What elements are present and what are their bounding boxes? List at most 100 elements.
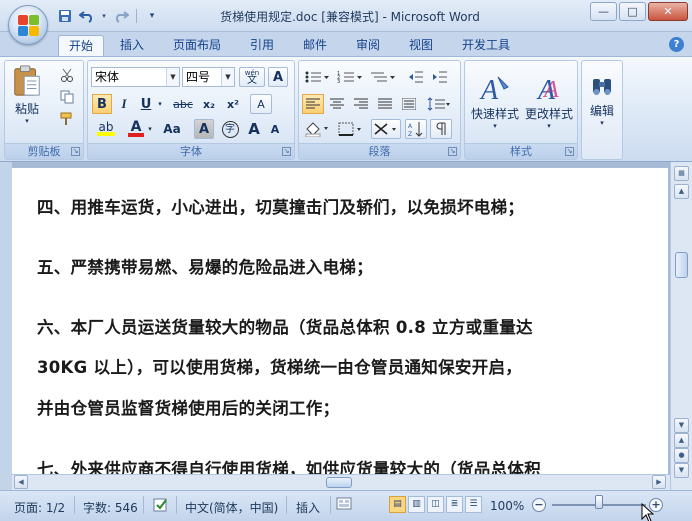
scroll-right-icon[interactable]: ▶ [652,475,666,489]
customize-icon[interactable]: ▾ [143,7,161,25]
font-name-combo[interactable]: 宋体 ▼ [91,67,180,87]
format-painter-icon[interactable] [57,109,77,129]
tab-insert[interactable]: 插入 [110,35,154,56]
phonetic-guide-button[interactable]: wén 文 [239,67,265,87]
superscript-button[interactable]: x² [222,94,244,114]
copy-icon[interactable] [57,87,77,107]
undo-icon[interactable] [78,7,96,25]
styles-launcher-icon[interactable]: ↘ [565,147,574,156]
justify-icon[interactable] [374,94,396,114]
close-button[interactable]: ✕ [648,2,688,21]
numbering-button[interactable]: 123 [335,67,365,87]
increase-indent-icon[interactable] [429,67,451,87]
enclose-characters-button[interactable]: 字 [219,119,241,139]
bold-button[interactable]: B [92,94,112,114]
full-screen-reading-view-icon[interactable]: ▥ [408,496,425,513]
tab-mailings[interactable]: 邮件 [293,35,337,56]
highlight-color-swatch [97,132,115,136]
distributed-icon[interactable] [398,94,420,114]
language-indicator[interactable]: 中文(简体，中国) [185,499,278,516]
tab-page-layout[interactable]: 页面布局 [163,35,231,56]
horizontal-scrollbar[interactable]: ◀ ▶ [12,474,670,490]
paste-button[interactable]: 粘贴 ▾ [9,65,45,125]
clear-formatting-button[interactable]: A [250,94,272,114]
zoom-level[interactable]: 100% [490,499,524,513]
sort-icon[interactable]: AZ [405,119,427,139]
macro-recording-icon[interactable] [336,496,352,515]
vertical-scrollbar[interactable]: ▦ ▲ ▼ ▲ ● ▼ [670,162,692,490]
paragraph-6-weight: 30KG [37,358,88,377]
horizontal-scroll-thumb[interactable] [326,477,352,488]
font-color-dropdown-icon[interactable]: ▾ [146,119,154,139]
scroll-left-icon[interactable]: ◀ [14,475,28,489]
change-case-button[interactable]: Aa [158,119,186,139]
chinese-layout-icon[interactable] [371,119,401,139]
web-layout-view-icon[interactable]: ◫ [427,496,444,513]
tab-view[interactable]: 视图 [399,35,443,56]
proofing-icon[interactable] [152,496,170,517]
tab-home[interactable]: 开始 [58,35,105,56]
undo-dropdown-icon[interactable]: ▾ [100,7,108,25]
draft-view-icon[interactable]: ☰ [465,496,482,513]
vertical-scroll-thumb[interactable] [675,252,688,278]
redo-icon[interactable] [112,7,130,25]
multilevel-list-button[interactable] [368,67,398,87]
shading-icon[interactable] [302,119,332,139]
quick-styles-button[interactable]: A 快速样式 ▾ [469,65,521,137]
font-size-value: 四号 [186,70,211,84]
select-browse-object-icon[interactable]: ● [674,448,689,463]
decrease-indent-icon[interactable] [405,67,427,87]
zoom-out-icon[interactable]: − [532,498,546,512]
print-layout-view-icon[interactable]: ▤ [389,496,406,513]
line-spacing-icon[interactable] [424,94,454,114]
strikethrough-button[interactable]: abc [170,94,196,114]
subscript-button[interactable]: x₂ [198,94,220,114]
save-icon[interactable] [56,7,74,25]
character-border-button[interactable]: A [268,67,288,87]
show-marks-icon[interactable] [430,119,452,139]
bullets-button[interactable] [302,67,332,87]
borders-icon[interactable] [336,119,366,139]
highlighter-icon: ab [98,120,114,134]
align-center-icon[interactable] [326,94,348,114]
maximize-button[interactable]: □ [619,2,646,21]
cut-icon[interactable] [57,65,77,85]
grow-font-button[interactable]: A [244,119,264,139]
phonetic-guide-char: 文 [247,75,257,86]
editing-button[interactable]: 编辑 ▾ [584,65,620,137]
font-size-combo[interactable]: 四号 ▼ [182,67,235,87]
scroll-up-icon[interactable]: ▲ [674,184,689,199]
outline-view-icon[interactable]: ≣ [446,496,463,513]
underline-dropdown-icon[interactable]: ▾ [156,94,164,114]
office-button[interactable] [8,5,48,45]
italic-button[interactable]: I [114,94,134,114]
clipboard-launcher-icon[interactable]: ↘ [71,147,80,156]
vertical-ruler [0,162,12,490]
font-name-dropdown-icon: ▼ [166,68,179,86]
paste-dropdown-icon: ▾ [25,117,29,125]
page-count[interactable]: 页面: 1/2 [14,499,65,516]
tab-references[interactable]: 引用 [240,35,284,56]
font-launcher-icon[interactable]: ↘ [282,147,291,156]
paragraph-launcher-icon[interactable]: ↘ [448,147,457,156]
document-page[interactable]: 四、用推车运货，小心进出，切莫撞击门及轿们，以免损坏电梯； 五、严禁携带易燃、易… [12,168,668,488]
previous-page-icon[interactable]: ▲ [674,433,689,448]
ruler-toggle-icon[interactable]: ▦ [674,166,689,181]
minimize-button[interactable]: — [590,2,617,21]
highlight-color-button[interactable]: ab [92,119,120,139]
insert-mode[interactable]: 插入 [296,499,320,516]
character-shading-button[interactable]: A [194,119,214,139]
zoom-slider-thumb[interactable] [595,495,603,509]
word-count[interactable]: 字数: 546 [83,499,138,516]
underline-button[interactable]: U [136,94,156,114]
scroll-down-icon[interactable]: ▼ [674,418,689,433]
font-color-button[interactable]: A [126,119,146,139]
next-page-icon[interactable]: ▼ [674,463,689,478]
align-right-icon[interactable] [350,94,372,114]
tab-developer[interactable]: 开发工具 [452,35,520,56]
tab-review[interactable]: 审阅 [346,35,390,56]
align-left-icon[interactable] [302,94,324,114]
change-styles-button[interactable]: AA 更改样式 ▾ [523,65,575,137]
shrink-font-button[interactable]: A [265,119,285,139]
help-icon[interactable]: ? [669,37,684,52]
